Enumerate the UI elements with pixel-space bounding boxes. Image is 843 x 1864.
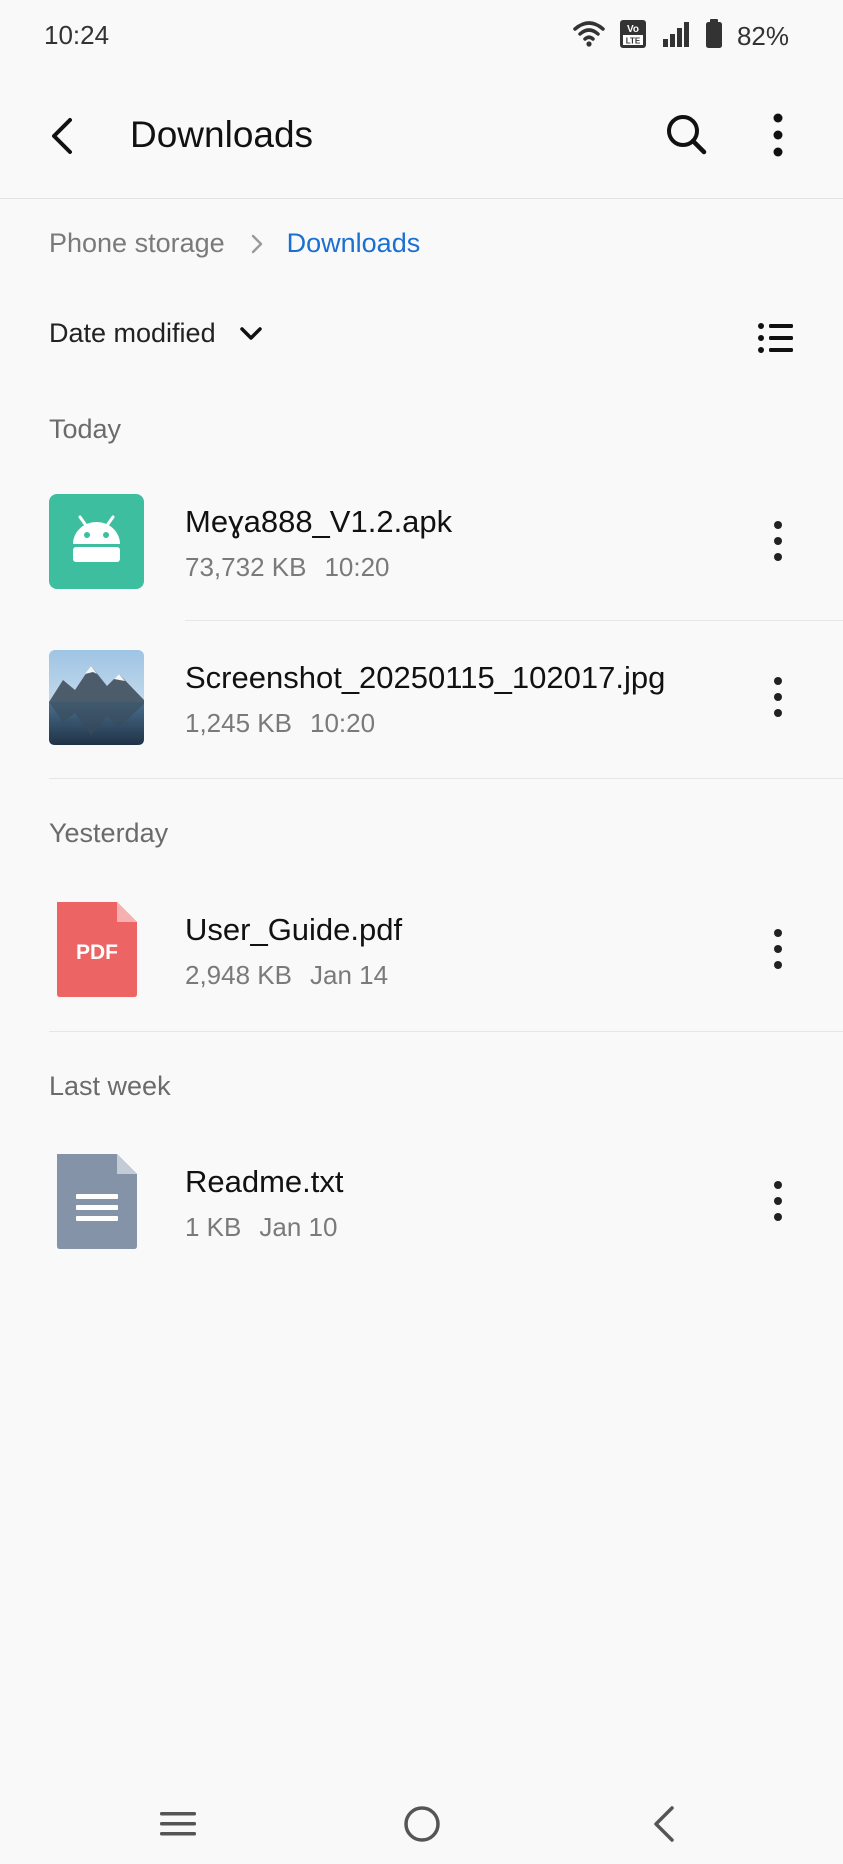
file-date: 10:20 xyxy=(309,708,376,738)
file-row[interactable]: Readme.txt 1 KB Jan 10 xyxy=(0,1118,843,1268)
file-size: 73,732 KB xyxy=(185,552,307,582)
sort-dropdown[interactable]: Date modified xyxy=(49,318,264,349)
page-title: Downloads xyxy=(130,114,314,155)
file-date: 10:20 xyxy=(324,552,390,582)
file-size: 2,948 KB xyxy=(185,960,292,990)
breadcrumb: Phone storage Downloads xyxy=(49,228,420,259)
file-row[interactable]: PDF User_Guide.pdf 2,948 KB Jan 14 xyxy=(0,866,843,1016)
section-divider xyxy=(49,1031,843,1032)
list-view-toggle[interactable] xyxy=(756,318,796,358)
chevron-right-icon xyxy=(249,233,265,255)
recents-icon xyxy=(160,1812,196,1836)
pdf-icon-label: PDF xyxy=(76,941,118,964)
app-bar-divider xyxy=(0,198,843,199)
list-view-icon xyxy=(758,323,793,353)
signal-icon xyxy=(661,20,691,53)
file-options-button[interactable] xyxy=(762,924,794,974)
battery-icon xyxy=(705,18,723,54)
svg-text:Vo: Vo xyxy=(627,24,639,35)
app-bar: Downloads xyxy=(0,72,843,198)
file-size: 1 KB xyxy=(185,1212,242,1242)
search-icon xyxy=(667,115,707,155)
more-vertical-icon xyxy=(774,677,782,717)
file-date: Jan 10 xyxy=(259,1212,338,1242)
battery-percent: 82% xyxy=(736,20,789,51)
breadcrumb-downloads[interactable]: Downloads xyxy=(287,228,421,259)
system-back-button[interactable] xyxy=(634,1794,694,1854)
chevron-down-icon xyxy=(238,324,264,344)
file-size: 1,245 KB xyxy=(185,708,292,738)
file-row[interactable]: Meɣa888_V1.2.apk 73,732 KB 10:20 xyxy=(0,458,843,608)
sort-label: Date modified xyxy=(49,318,216,348)
back-button[interactable] xyxy=(40,112,88,160)
volte-icon: Vo LTE xyxy=(619,19,647,54)
back-arrow-icon xyxy=(52,118,72,154)
image-thumbnail-icon xyxy=(49,650,144,745)
search-button[interactable] xyxy=(662,110,712,160)
pdf-file-icon: PDF xyxy=(49,902,144,997)
file-options-button[interactable] xyxy=(762,672,794,722)
file-options-button[interactable] xyxy=(762,516,794,566)
more-options-button[interactable] xyxy=(758,110,798,160)
file-date: Jan 14 xyxy=(309,960,389,990)
more-vertical-icon xyxy=(774,521,782,561)
file-name: Meɣa888_V1.2.apk xyxy=(185,504,453,539)
status-time: 10:24 xyxy=(44,20,110,50)
file-name: User_Guide.pdf xyxy=(185,912,403,947)
more-vertical-icon xyxy=(774,1181,782,1221)
text-file-icon xyxy=(49,1154,144,1249)
back-icon xyxy=(654,1806,674,1842)
section-divider xyxy=(49,778,843,779)
file-row[interactable]: Screenshot_20250115_102017.jpg 1,245 KB 1… xyxy=(0,614,843,764)
home-button[interactable] xyxy=(392,1794,452,1854)
apk-file-icon xyxy=(49,494,144,589)
file-options-button[interactable] xyxy=(762,1176,794,1226)
status-bar: 10:24 Vo LTE 82% xyxy=(0,0,843,72)
section-header-yesterday: Yesterday xyxy=(49,818,169,848)
file-name: Readme.txt xyxy=(185,1164,344,1199)
section-header-today: Today xyxy=(49,414,122,444)
breadcrumb-phone-storage[interactable]: Phone storage xyxy=(49,228,225,259)
section-header-last-week: Last week xyxy=(49,1071,171,1101)
svg-text:LTE: LTE xyxy=(626,36,641,45)
status-icons: Vo LTE 82% xyxy=(573,18,789,54)
home-icon xyxy=(404,1806,440,1842)
file-meta: 73,732 KB 10:20 xyxy=(185,552,390,583)
file-meta: 2,948 KB Jan 14 xyxy=(185,960,388,991)
navigation-bar xyxy=(0,1780,843,1864)
more-vertical-icon xyxy=(774,929,782,969)
file-name: Screenshot_20250115_102017.jpg xyxy=(185,660,666,695)
wifi-icon xyxy=(573,20,605,53)
file-meta: 1 KB Jan 10 xyxy=(185,1212,337,1243)
file-meta: 1,245 KB 10:20 xyxy=(185,708,375,739)
more-vertical-icon xyxy=(773,113,783,157)
recents-button[interactable] xyxy=(148,1794,208,1854)
